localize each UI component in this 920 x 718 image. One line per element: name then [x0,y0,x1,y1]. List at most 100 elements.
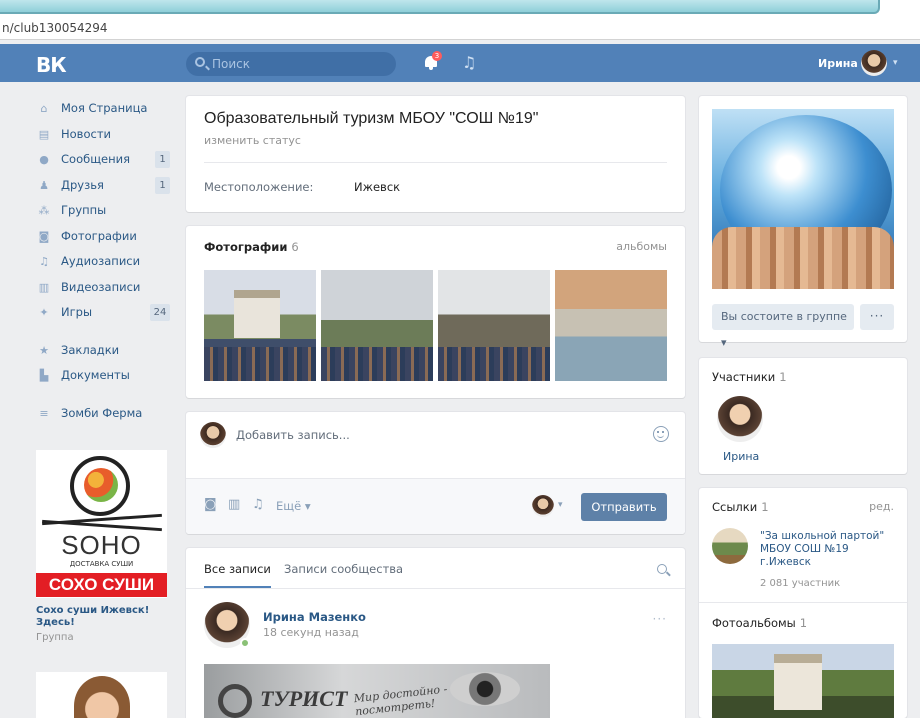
video-icon: ▥ [38,280,50,294]
link-title[interactable]: "За школьной партой" МБОУ СОШ №19 г.Ижев… [760,530,900,569]
photos-title[interactable]: Фотографии 6 [204,240,299,254]
sidebar-item-label: Фотографии [61,228,137,243]
post-author-name[interactable]: Ирина Мазенко [263,610,366,624]
photos-card: Фотографии 6 альбомы [186,226,685,398]
albums-link[interactable]: альбомы [616,240,667,253]
members-count: 1 [779,370,787,384]
user-avatar[interactable] [861,50,887,76]
window-title-bar [0,0,880,14]
tab-community-posts[interactable]: Записи сообщества [284,562,403,576]
photos-count: 6 [291,240,299,254]
chevron-down-icon[interactable]: ▾ [893,58,898,68]
video-icon[interactable]: ▥ [228,497,240,512]
link-avatar[interactable] [712,528,748,564]
album-building [774,654,822,710]
music-icon[interactable]: ♫ [462,53,476,72]
change-status-link[interactable]: изменить статус [204,134,301,147]
author-select-avatar[interactable] [532,495,554,517]
address-url: n/club130054294 [2,21,108,35]
sidebar-item-news[interactable]: ▤ Новости [36,124,171,150]
sidebar-item-bookmarks[interactable]: ★ Закладки [36,340,171,366]
search-icon[interactable] [657,564,667,574]
sidebar-item-groups[interactable]: ⁂ Группы [36,200,171,226]
window-frame [0,0,920,18]
group-cover-card: Вы состоите в группе ▾ ··· [699,96,907,349]
composer-avatar [200,422,226,448]
divider [186,588,685,589]
vk-logo[interactable]: ВК [36,53,67,77]
gear-logo [218,684,252,718]
tab-all-posts[interactable]: Все записи [204,562,271,588]
photos-title-text: Фотографии [204,240,288,254]
sidebar-item-video[interactable]: ▥ Видеозаписи [36,277,171,303]
photo-thumbnail[interactable] [555,270,667,381]
member-name[interactable]: Ирина [723,450,759,463]
post-time[interactable]: 18 секунд назад [263,626,359,639]
ad-photo [74,676,130,718]
sidebar-ad[interactable]: SOHO ДОСТАВКА СУШИ СОХО СУШИ [36,450,167,598]
albums-title-text: Фотоальбомы [712,616,796,630]
home-icon: ⌂ [40,102,48,115]
member-avatar[interactable] [717,396,763,442]
divider [204,162,667,163]
music-icon: ♫ [39,255,49,268]
messages-count: 1 [155,151,170,168]
group-avatar-image[interactable] [712,109,894,289]
sidebar-item-messages[interactable]: ● Сообщения 1 [36,149,171,175]
members-title[interactable]: Участники 1 [712,370,787,384]
send-button[interactable]: Отправить [581,493,667,521]
eye-drawing [450,672,520,706]
sidebar-item-friends[interactable]: ♟ Друзья 1 [36,175,171,201]
bell-icon-clapper [429,67,433,70]
album-cover[interactable] [712,644,894,718]
photo-people [321,347,433,381]
search-icon [195,57,205,67]
sidebar-item-label: Зомби Ферма [61,405,143,420]
photo-thumbnail[interactable] [204,270,316,381]
address-bar[interactable]: n/club130054294 [0,18,920,40]
more-attachments-button[interactable]: Ещё ▾ [276,499,311,513]
friends-count: 1 [155,176,170,194]
post-image[interactable]: ТУРИСТ Мир достойно - стоит посмотреть! [204,664,550,718]
sidebar-item-photos[interactable]: ◙ Фотографии [36,226,171,252]
games-icon: ✦ [39,306,49,319]
sidebar-ad-2[interactable] [36,672,167,718]
camera-icon: ◙ [38,229,50,243]
sidebar-item-label: Видеозаписи [61,279,141,294]
hands-illustration [712,227,894,289]
edit-links-link[interactable]: ред. [869,500,894,513]
sidebar-separator [36,328,171,340]
camera-icon[interactable]: ◙ [204,497,217,512]
games-count: 24 [150,304,170,321]
composer-input[interactable]: Добавить запись... [236,428,350,442]
chevron-down-icon[interactable]: ▾ [558,500,563,510]
sidebar-item-my-page[interactable]: ⌂ Моя Страница [36,98,171,124]
user-name[interactable]: Ирина [818,57,858,70]
sidebar-item-label: Аудиозаписи [61,254,141,268]
links-card: Ссылки 1 ред. "За школьной партой" МБОУ С… [699,488,907,718]
sushi-logo-fill [84,468,118,502]
music-icon[interactable]: ♫ [252,497,264,512]
wall-card: Все записи Записи сообщества Ирина Мазен… [186,548,685,718]
sidebar-item-label: Группы [61,203,107,217]
more-actions-button[interactable]: ··· [860,304,894,330]
sidebar-item-zombie-farm[interactable]: ≡ Зомби Ферма [36,403,171,429]
post-menu-icon[interactable]: ··· [653,612,667,626]
albums-title[interactable]: Фотоальбомы 1 [712,616,807,630]
membership-button[interactable]: Вы состоите в группе ▾ [712,304,854,349]
search-input[interactable]: Поиск [186,52,396,76]
ad-caption[interactable]: Сохо суши Ижевск! Здесь! [36,605,171,629]
sidebar-item-audio[interactable]: ♫ Аудиозаписи [36,251,171,277]
sidebar-item-games[interactable]: ✦ Игры 24 [36,302,171,328]
emoji-icon[interactable] [653,426,669,442]
composer-toolbar: ◙ ▥ ♫ Ещё ▾ ▾ Отправить [186,478,685,534]
sidebar-item-documents[interactable]: ▙ Документы [36,365,171,391]
location-value[interactable]: Ижевск [354,180,400,194]
photo-thumbnail[interactable] [321,270,433,381]
notifications-button[interactable]: 3 [424,51,442,70]
members-title-text: Участники [712,370,776,384]
links-title[interactable]: Ссылки 1 [712,500,769,514]
photo-thumbnail[interactable] [438,270,550,381]
sushi-logo [70,456,130,516]
albums-count: 1 [799,616,808,630]
